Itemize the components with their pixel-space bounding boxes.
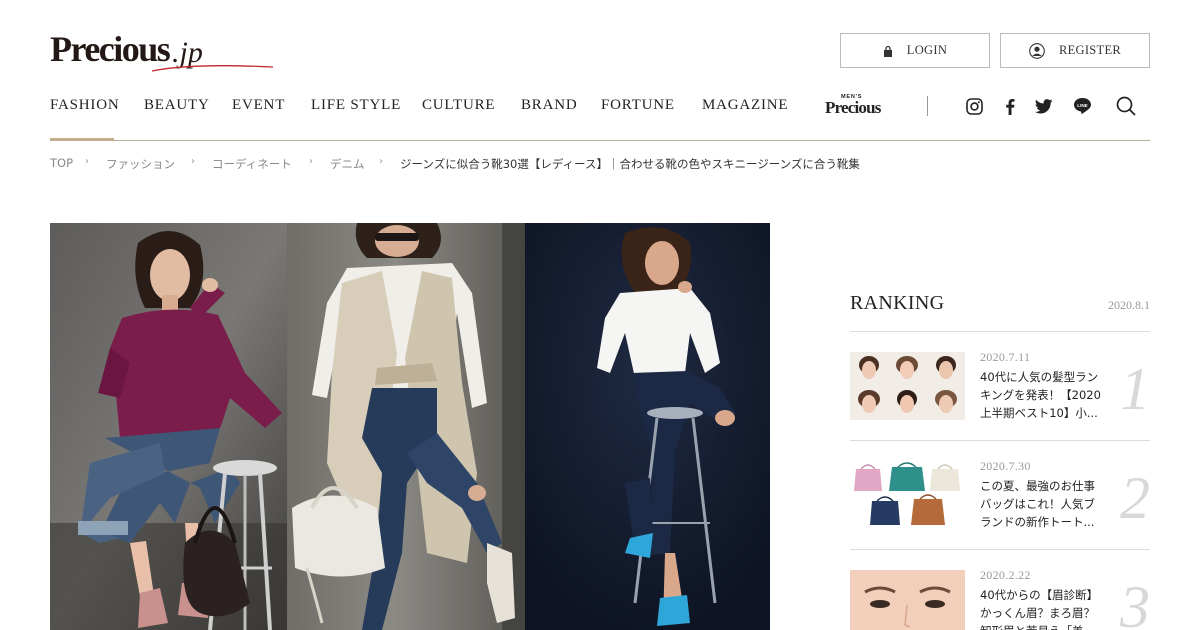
ranking-item-date: 2020.7.11 bbox=[980, 350, 1031, 364]
nav-item-fashion[interactable]: FASHION bbox=[50, 97, 120, 114]
site-logo[interactable]: Precious .jp bbox=[50, 28, 274, 74]
login-label: LOGIN bbox=[906, 43, 948, 57]
ranking-item[interactable]: 2020.7.30 この夏、最強のお仕事バッグはこれ！人気ブランドの新作トート.… bbox=[850, 442, 1150, 550]
nav-item-culture[interactable]: CULTURE bbox=[422, 97, 495, 114]
ranking-number: 2 bbox=[1120, 465, 1150, 531]
nav-item-event[interactable]: EVENT bbox=[232, 97, 285, 114]
nav-divider bbox=[927, 96, 928, 116]
nav-item-beauty[interactable]: BEAUTY bbox=[144, 97, 210, 114]
mens-precious-link[interactable]: MEN'S Precious bbox=[825, 94, 891, 118]
logo-swoosh-icon bbox=[151, 65, 274, 72]
lock-icon bbox=[883, 45, 893, 57]
login-button[interactable]: LOGIN bbox=[840, 33, 990, 68]
hero-photo-panel-2 bbox=[287, 223, 525, 630]
ranking-item[interactable]: 2020.2.22 40代からの【眉診断】かっくん眉？まろ眉？卸形眉と若見え「美… bbox=[850, 551, 1150, 630]
nav-item-fortune[interactable]: FORTUNE bbox=[601, 97, 675, 114]
nav-item-magazine[interactable]: MAGAZINE bbox=[702, 97, 788, 114]
ranking-item-date: 2020.7.30 bbox=[980, 459, 1031, 473]
svg-text:LINE: LINE bbox=[1077, 103, 1087, 108]
ranking-number: 1 bbox=[1120, 356, 1150, 422]
ranking-item[interactable]: 2020.7.11 40代に人気の髪型ランキングを発表！【2020上半期ベスト1… bbox=[850, 333, 1150, 441]
chevron-right-icon: › bbox=[379, 156, 383, 167]
nav-item-brand[interactable]: BRAND bbox=[521, 97, 578, 114]
breadcrumb-item-coordinate[interactable]: コーディネート bbox=[212, 156, 292, 172]
user-icon bbox=[1029, 42, 1045, 59]
breadcrumb: TOP › ファッション › コーディネート › デニム › ジーンズに似合う靴… bbox=[50, 156, 1150, 172]
ranking-thumbnail bbox=[850, 461, 965, 529]
chevron-right-icon: › bbox=[309, 156, 313, 167]
chevron-right-icon: › bbox=[85, 156, 89, 167]
breadcrumb-item-fashion[interactable]: ファッション bbox=[106, 156, 175, 172]
instagram-icon[interactable] bbox=[964, 96, 984, 116]
ranking-item-date: 2020.2.22 bbox=[980, 568, 1031, 582]
ranking-thumbnail bbox=[850, 570, 965, 630]
twitter-icon[interactable] bbox=[1034, 96, 1054, 116]
register-label: REGISTER bbox=[1058, 43, 1122, 57]
main-nav: FASHION BEAUTY EVENT LIFE STYLE CULTURE … bbox=[50, 88, 1150, 141]
hero-photo-panel-3 bbox=[525, 223, 770, 630]
nav-active-indicator bbox=[50, 138, 114, 141]
nav-item-lifestyle[interactable]: LIFE STYLE bbox=[311, 97, 401, 114]
ranking-number: 3 bbox=[1120, 574, 1150, 630]
mens-logo-big: Precious bbox=[825, 98, 881, 117]
facebook-icon[interactable] bbox=[1000, 96, 1020, 116]
ranking-item-title[interactable]: 40代からの【眉診断】かっくん眉？まろ眉？卸形眉と若見え「美... bbox=[980, 586, 1105, 630]
ranking-item-title[interactable]: 40代に人気の髪型ランキングを発表！【2020上半期ベスト10】小... bbox=[980, 368, 1105, 422]
ranking-title: RANKING bbox=[850, 292, 945, 314]
ranking-item-title[interactable]: この夏、最強のお仕事バッグはこれ！人気ブランドの新作トート... bbox=[980, 477, 1105, 531]
ranking-header: RANKING 2020.8.1 bbox=[850, 292, 1150, 332]
breadcrumb-item-top[interactable]: TOP bbox=[50, 156, 73, 170]
search-icon[interactable] bbox=[1116, 96, 1136, 116]
breadcrumb-item-denim[interactable]: デニム bbox=[330, 156, 365, 172]
hero-photo-panel-1 bbox=[50, 223, 287, 630]
hero-image[interactable] bbox=[50, 223, 770, 630]
ranking-date: 2020.8.1 bbox=[1108, 298, 1150, 312]
line-icon[interactable]: LINE bbox=[1072, 96, 1092, 116]
register-button[interactable]: REGISTER bbox=[1000, 33, 1150, 68]
breadcrumb-current: ジーンズに似合う靴30選【レディース】｜合わせる靴の色やスキニージーンズに合う靴… bbox=[400, 157, 860, 171]
ranking-thumbnail bbox=[850, 352, 965, 420]
chevron-right-icon: › bbox=[191, 156, 195, 167]
